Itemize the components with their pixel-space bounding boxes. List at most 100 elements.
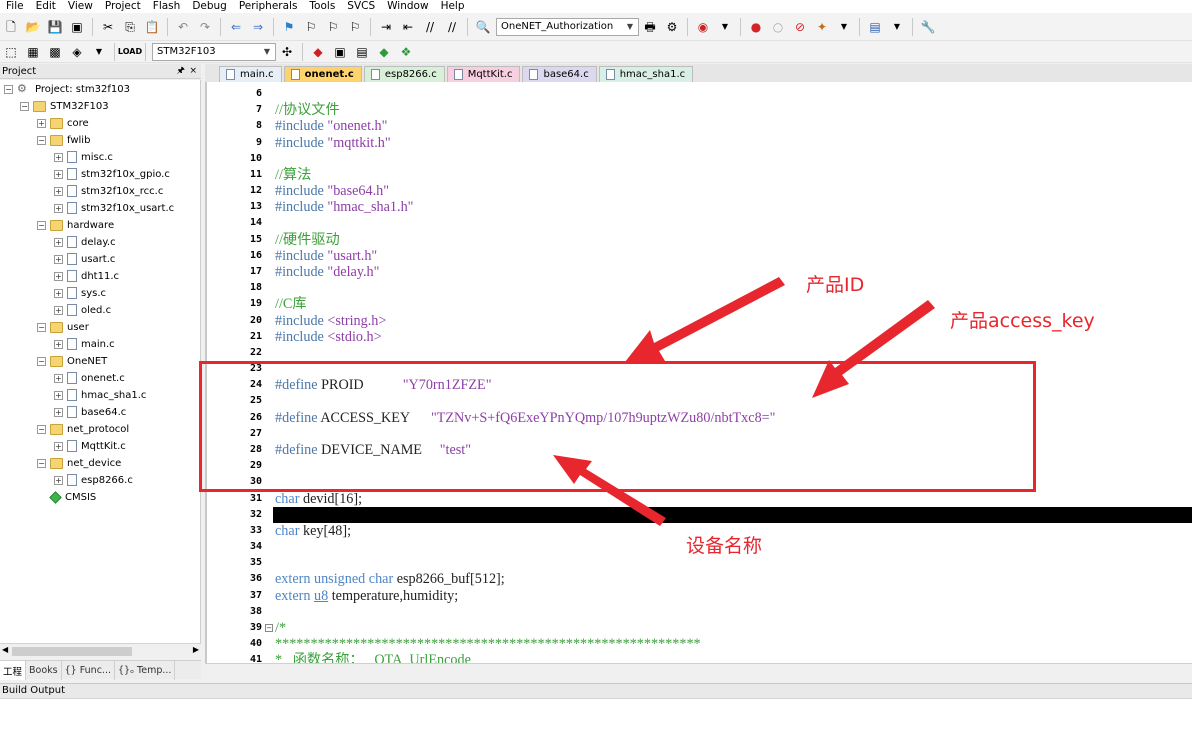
tree-file[interactable]: + MqttKit.c: [54, 438, 126, 454]
editor-tab-main-c[interactable]: main.c: [219, 66, 282, 82]
tree-root-project[interactable]: − ⚙ Project: stm32f103: [4, 81, 130, 97]
debug-icon[interactable]: ✦: [813, 18, 831, 36]
menu-edit[interactable]: Edit: [30, 0, 62, 13]
indent-icon[interactable]: ⇥: [377, 18, 395, 36]
paste-icon[interactable]: 📋: [143, 18, 161, 36]
menu-tools[interactable]: Tools: [303, 0, 341, 13]
batch-build-icon[interactable]: ◈: [68, 43, 86, 61]
tree-group-fwlib[interactable]: − fwlib: [37, 132, 90, 148]
collapse-icon[interactable]: −: [4, 84, 13, 94]
breakpoint-disabled-icon[interactable]: ○: [769, 18, 787, 36]
tree-file[interactable]: + main.c: [54, 336, 115, 352]
build-icon[interactable]: ▦: [24, 43, 42, 61]
target-combo[interactable]: OneNET_Authorization ▼: [496, 17, 639, 36]
kill-breakpoints-icon[interactable]: ⊘: [791, 18, 809, 36]
fold-toggle-icon[interactable]: −: [265, 623, 273, 632]
tree-group-onenet[interactable]: − OneNET: [37, 353, 107, 369]
tree-cmsis[interactable]: CMSIS: [49, 489, 96, 505]
layout-dropdown-icon[interactable]: ▼: [888, 18, 906, 36]
menu-peripherals[interactable]: Peripherals: [233, 0, 304, 13]
expand-icon[interactable]: +: [54, 407, 63, 417]
bookmark-icon[interactable]: ⚑: [280, 18, 298, 36]
tree-horizontal-scrollbar[interactable]: ◀ ▶: [0, 643, 201, 659]
zoom-dropdown-icon[interactable]: ▼: [716, 18, 734, 36]
expand-icon[interactable]: +: [54, 475, 63, 485]
zoom-icon[interactable]: ◉: [694, 18, 712, 36]
rebuild-icon[interactable]: ▩: [46, 43, 64, 61]
pane-tab-2[interactable]: {} Func...: [62, 661, 115, 680]
nav-forward-icon[interactable]: ⇒: [249, 18, 267, 36]
menu-view[interactable]: View: [62, 0, 99, 13]
menu-file[interactable]: File: [0, 0, 30, 13]
expand-icon[interactable]: +: [54, 373, 63, 383]
expand-icon[interactable]: +: [54, 203, 63, 213]
prev-bookmark-icon[interactable]: ⚐: [302, 18, 320, 36]
expand-icon[interactable]: +: [54, 186, 63, 196]
target-options-icon[interactable]: ✣: [278, 43, 296, 61]
wrench-icon[interactable]: 🔧: [919, 18, 937, 36]
expand-icon[interactable]: +: [54, 305, 63, 315]
expand-icon[interactable]: +: [54, 271, 63, 281]
redo-icon[interactable]: ↷: [196, 18, 214, 36]
packs-icon[interactable]: ▤: [353, 43, 371, 61]
editor-tab-onenet-c[interactable]: onenet.c: [283, 66, 362, 82]
collapse-icon[interactable]: −: [37, 135, 46, 145]
menu-window[interactable]: Window: [381, 0, 434, 13]
save-icon[interactable]: 💾: [46, 18, 64, 36]
editor-tab-esp8266-c[interactable]: esp8266.c: [363, 66, 445, 82]
scroll-right-icon[interactable]: ▶: [193, 645, 199, 654]
menu-svcs[interactable]: SVCS: [341, 0, 381, 13]
batch-dropdown-icon[interactable]: ▼: [90, 43, 108, 61]
debug-dropdown-icon[interactable]: ▼: [835, 18, 853, 36]
clear-bookmarks-icon[interactable]: ⚐: [346, 18, 364, 36]
tree-group-net_protocol[interactable]: − net_protocol: [37, 421, 129, 437]
pane-tab-0[interactable]: 工程: [0, 661, 27, 680]
pane-tab-3[interactable]: {}ₒ Temp...: [115, 661, 176, 680]
tree-file[interactable]: + dht11.c: [54, 268, 119, 284]
collapse-icon[interactable]: −: [20, 101, 29, 111]
menu-project[interactable]: Project: [99, 0, 147, 13]
tree-target[interactable]: − STM32F103: [20, 98, 109, 114]
tree-file[interactable]: + stm32f10x_gpio.c: [54, 166, 170, 182]
tree-file[interactable]: + hmac_sha1.c: [54, 387, 146, 403]
expand-icon[interactable]: +: [54, 237, 63, 247]
config-icon[interactable]: ⚙: [663, 18, 681, 36]
pin-icon[interactable]: 🖈: [177, 64, 185, 79]
collapse-icon[interactable]: −: [37, 458, 46, 468]
tree-file[interactable]: + stm32f10x_rcc.c: [54, 183, 163, 199]
next-bookmark-icon[interactable]: ⚐: [324, 18, 342, 36]
editor-tab-hmac-sha1-c[interactable]: hmac_sha1.c: [598, 66, 694, 82]
tree-file[interactable]: + oled.c: [54, 302, 111, 318]
breakpoint-icon[interactable]: ●: [747, 18, 765, 36]
translate-icon[interactable]: ⬚: [2, 43, 20, 61]
tree-file[interactable]: + esp8266.c: [54, 472, 133, 488]
unindent-icon[interactable]: ⇤: [399, 18, 417, 36]
tree-file[interactable]: + base64.c: [54, 404, 126, 420]
rte-icon[interactable]: ❖: [397, 43, 415, 61]
uncomment-icon[interactable]: ∕∕: [443, 18, 461, 36]
expand-icon[interactable]: +: [54, 339, 63, 349]
expand-icon[interactable]: +: [54, 169, 63, 179]
window-layout-icon[interactable]: ▤: [866, 18, 884, 36]
code-area[interactable]: //协议文件 #include "onenet.h" #include "mqttk…: [273, 82, 1192, 668]
tree-file[interactable]: + misc.c: [54, 149, 113, 165]
pane-tab-1[interactable]: Books: [26, 661, 62, 680]
tree-group-hardware[interactable]: − hardware: [37, 217, 114, 233]
menu-flash[interactable]: Flash: [147, 0, 187, 13]
scrollbar-thumb[interactable]: [12, 647, 132, 656]
expand-icon[interactable]: +: [54, 390, 63, 400]
expand-icon[interactable]: +: [37, 118, 46, 128]
collapse-icon[interactable]: −: [37, 220, 46, 230]
select-packs-icon[interactable]: ◆: [375, 43, 393, 61]
tree-file[interactable]: + stm32f10x_usart.c: [54, 200, 174, 216]
nav-back-icon[interactable]: ⇐: [227, 18, 245, 36]
save-all-icon[interactable]: ▣: [68, 18, 86, 36]
copy-icon[interactable]: ⎘: [121, 18, 139, 36]
editor-tab-base64-c[interactable]: base64.c: [522, 66, 597, 82]
comment-icon[interactable]: //: [421, 18, 439, 36]
undo-icon[interactable]: ↶: [174, 18, 192, 36]
close-icon[interactable]: ×: [189, 64, 197, 79]
collapse-icon[interactable]: −: [37, 322, 46, 332]
expand-icon[interactable]: +: [54, 152, 63, 162]
cut-icon[interactable]: ✂: [99, 18, 117, 36]
